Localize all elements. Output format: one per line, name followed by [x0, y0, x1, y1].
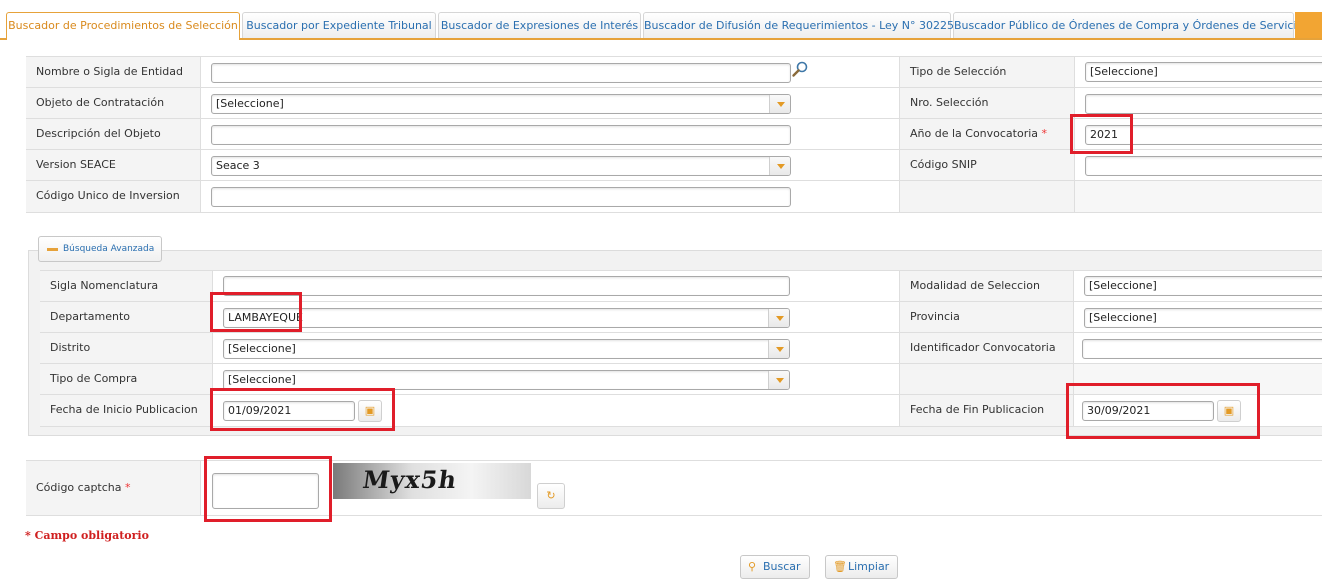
provincia-select[interactable]: [Seleccione]	[1084, 308, 1322, 328]
label-departamento: Departamento	[40, 302, 213, 332]
form-row-descripcion: Descripción del Objeto Año de la Convoca…	[26, 119, 1322, 150]
refresh-captcha-icon[interactable]: ↻	[537, 483, 565, 509]
departamento-select-value: LAMBAYEQUE	[228, 311, 303, 324]
nro-seleccion-input[interactable]	[1085, 94, 1322, 114]
collapse-icon	[47, 248, 58, 251]
departamento-select[interactable]: LAMBAYEQUE	[223, 308, 790, 328]
label-tipo-compra: Tipo de Compra	[40, 364, 213, 394]
search-entity-icon[interactable]	[791, 61, 809, 79]
tab-expresiones-interes[interactable]: Buscador de Expresiones de Interés	[438, 12, 641, 38]
captcha-input[interactable]	[212, 473, 319, 509]
label-tipo-seleccion: Tipo de Selección	[900, 57, 1075, 87]
chevron-down-icon[interactable]	[768, 340, 789, 358]
tab-difusion-requerimientos[interactable]: Buscador de Difusión de Requerimientos -…	[643, 12, 954, 38]
objeto-select-value: [Seleccione]	[216, 97, 284, 110]
label-distrito: Distrito	[40, 333, 213, 363]
tab-bar: Buscador de Procedimientos de Selección …	[0, 0, 1322, 40]
label-captcha-text: Código captcha	[36, 481, 122, 494]
form-row-cui: Código Unico de Inversion	[26, 181, 1322, 213]
label-modalidad: Modalidad de Seleccion	[900, 271, 1074, 301]
form-row-departamento: Departamento LAMBAYEQUE Provincia [Selec…	[40, 302, 1322, 333]
form-row-distrito: Distrito [Seleccione] Identificador Conv…	[40, 333, 1322, 364]
form-row-objeto: Objeto de Contratación [Seleccione] Nro.…	[26, 88, 1322, 119]
tab-bar-filler	[1295, 12, 1322, 38]
version-select-value: Seace 3	[216, 159, 260, 172]
form-row-sigla: Sigla Nomenclatura Modalidad de Seleccio…	[40, 271, 1322, 302]
advanced-search-toggle[interactable]: Búsqueda Avanzada	[38, 236, 162, 262]
calendar-icon[interactable]: ▣	[358, 400, 382, 422]
snip-input[interactable]	[1085, 156, 1322, 176]
version-select[interactable]: Seace 3	[211, 156, 791, 176]
clear-button-label: Limpiar	[848, 560, 890, 573]
label-cui: Código Unico de Inversion	[26, 181, 201, 212]
label-nro-seleccion: Nro. Selección	[900, 88, 1075, 118]
modalidad-select[interactable]: [Seleccione]	[1084, 276, 1322, 296]
trash-icon: 🗑	[833, 560, 847, 573]
form-row-fechas: Fecha de Inicio Publicacion 01/09/2021 ▣…	[40, 395, 1322, 427]
tab-procedimientos[interactable]: Buscador de Procedimientos de Selección	[6, 12, 240, 40]
chevron-down-icon[interactable]	[768, 371, 789, 389]
objeto-select[interactable]: [Seleccione]	[211, 94, 791, 114]
distrito-select[interactable]: [Seleccione]	[223, 339, 790, 359]
form-row-version: Version SEACE Seace 3 Código SNIP	[26, 150, 1322, 181]
sigla-input[interactable]	[223, 276, 790, 296]
tipo-compra-select[interactable]: [Seleccione]	[223, 370, 790, 390]
captcha-image-text: Myx5h	[360, 465, 460, 494]
entidad-input[interactable]	[211, 63, 791, 83]
search-button[interactable]: ⚲ Buscar	[740, 555, 810, 579]
label-identificador: Identificador Convocatoria	[900, 333, 1074, 363]
cui-input[interactable]	[211, 187, 791, 207]
tab-ordenes-compra[interactable]: Buscador Público de Órdenes de Compra y …	[953, 12, 1303, 38]
chevron-down-icon[interactable]	[769, 157, 790, 175]
distrito-select-value: [Seleccione]	[228, 342, 296, 355]
label-fecha-fin: Fecha de Fin Publicacion	[900, 395, 1074, 426]
label-entidad: Nombre o Sigla de Entidad	[26, 57, 201, 87]
identificador-input[interactable]	[1082, 339, 1322, 359]
calendar-icon[interactable]: ▣	[1217, 400, 1241, 422]
mandatory-note: * Campo obligatorio	[25, 529, 149, 542]
label-sigla: Sigla Nomenclatura	[40, 271, 213, 301]
chevron-down-icon[interactable]	[769, 95, 790, 113]
mandatory-note-text: Campo obligatorio	[34, 529, 149, 542]
descripcion-input[interactable]	[211, 125, 791, 145]
label-provincia: Provincia	[900, 302, 1074, 332]
form-row-tipo-compra: Tipo de Compra [Seleccione]	[40, 364, 1322, 395]
captcha-image: Myx5h	[333, 463, 531, 499]
label-captcha: Código captcha *	[26, 461, 201, 515]
label-version: Version SEACE	[26, 150, 201, 180]
form-row-entidad: Nombre o Sigla de Entidad Tipo de Selecc…	[26, 57, 1322, 88]
label-fecha-inicio: Fecha de Inicio Publicacion	[40, 395, 213, 426]
required-mark: *	[125, 481, 131, 494]
tipo-compra-select-value: [Seleccione]	[228, 373, 296, 386]
fecha-fin-input[interactable]: 30/09/2021	[1082, 401, 1214, 421]
search-icon: ⚲	[748, 560, 757, 573]
label-anio-text: Año de la Convocatoria	[910, 127, 1039, 140]
tab-expediente-tribunal[interactable]: Buscador por Expediente Tribunal	[242, 12, 436, 38]
advanced-search-toggle-label: Búsqueda Avanzada	[63, 244, 155, 254]
tipo-seleccion-select[interactable]: [Seleccione]	[1085, 62, 1322, 82]
required-mark: *	[25, 529, 31, 542]
chevron-down-icon[interactable]	[768, 309, 789, 327]
label-objeto: Objeto de Contratación	[26, 88, 201, 118]
label-snip: Código SNIP	[900, 150, 1075, 180]
label-anio: Año de la Convocatoria *	[900, 119, 1075, 149]
fecha-inicio-input[interactable]: 01/09/2021	[223, 401, 355, 421]
anio-input[interactable]: 2021	[1085, 125, 1322, 145]
search-button-label: Buscar	[763, 560, 801, 573]
required-mark: *	[1041, 127, 1048, 140]
label-descripcion: Descripción del Objeto	[26, 119, 201, 149]
clear-button[interactable]: 🗑 Limpiar	[825, 555, 899, 579]
